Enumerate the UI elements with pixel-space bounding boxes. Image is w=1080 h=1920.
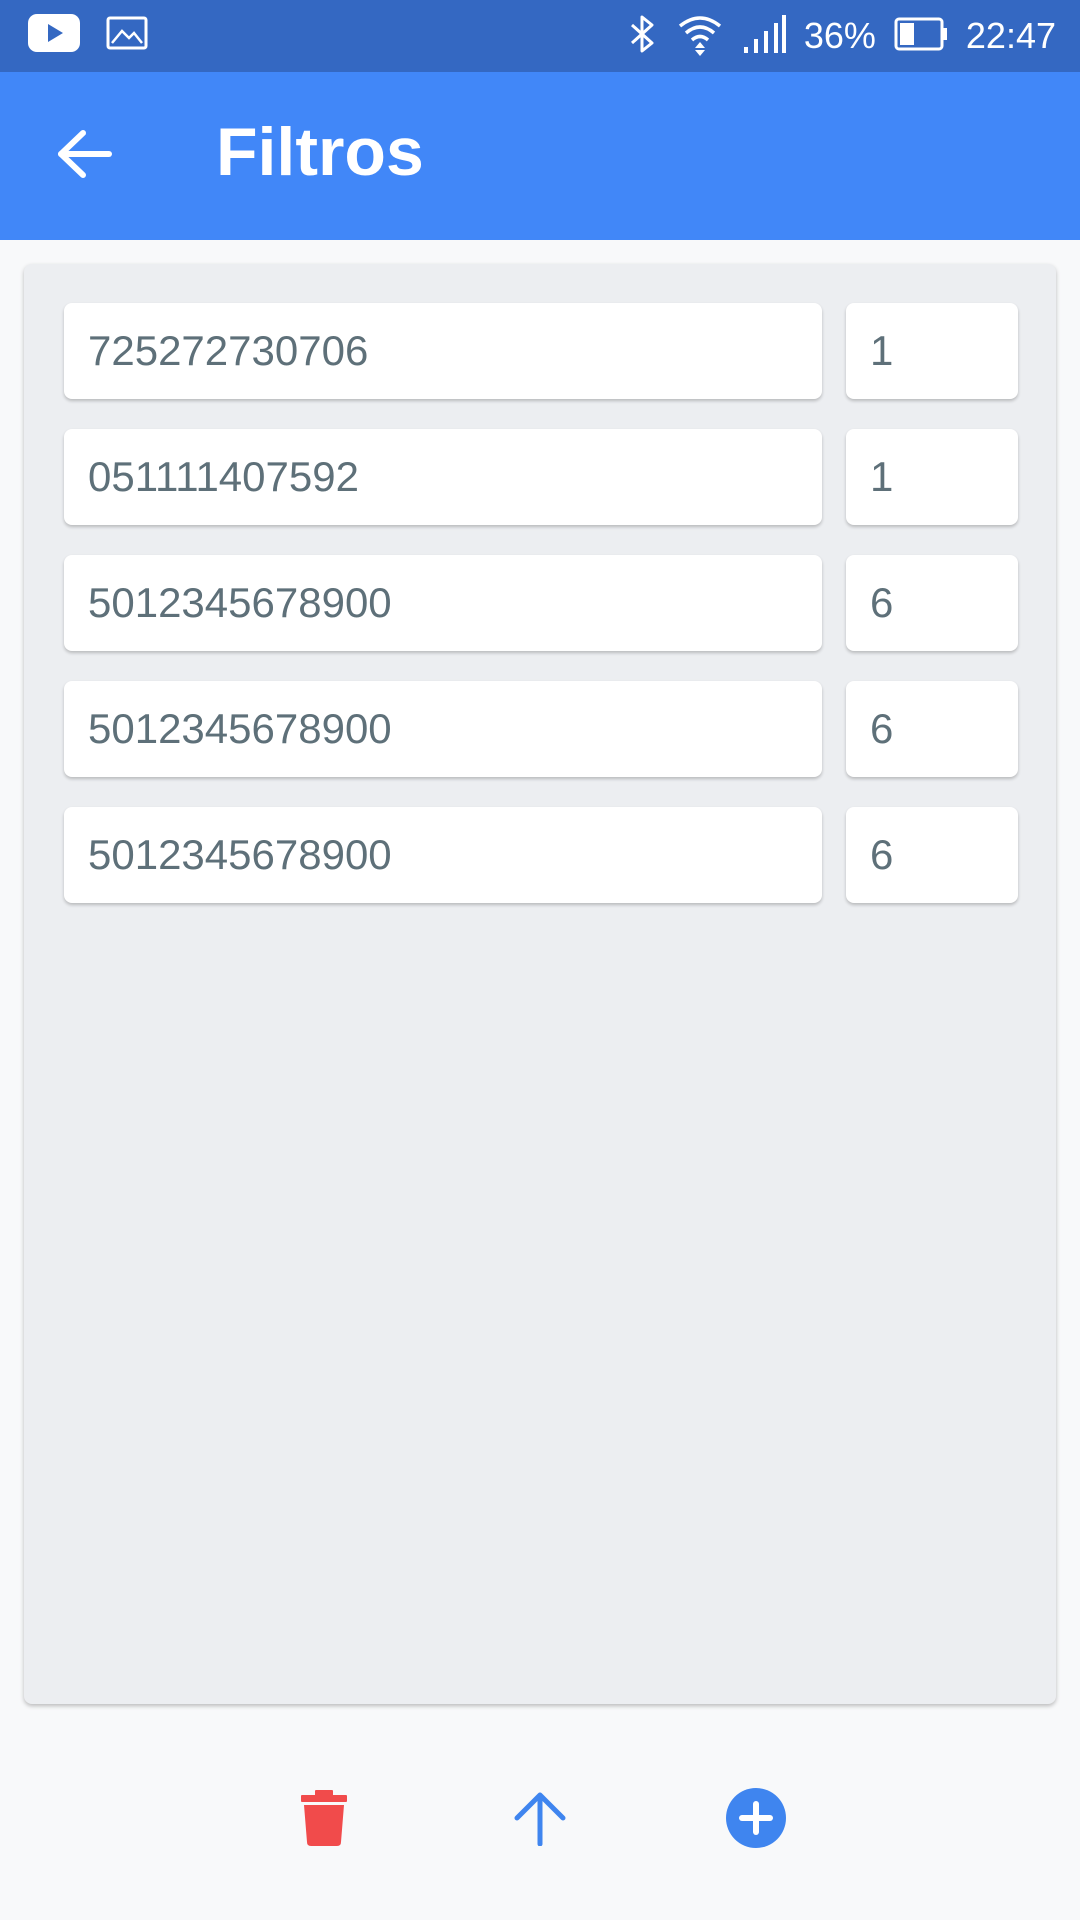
battery-icon bbox=[894, 17, 948, 56]
add-button[interactable] bbox=[716, 1780, 796, 1860]
filter-row: 051111407592 1 bbox=[64, 429, 1020, 525]
status-bar: 36% 22:47 bbox=[0, 0, 1080, 72]
app-bar: Filtros bbox=[0, 72, 1080, 240]
page-title: Filtros bbox=[216, 114, 424, 190]
arrow-up-icon bbox=[513, 1790, 567, 1851]
quantity-input[interactable]: 6 bbox=[846, 555, 1018, 651]
upload-button[interactable] bbox=[500, 1780, 580, 1860]
gallery-icon bbox=[106, 16, 148, 55]
code-input[interactable]: 5012345678900 bbox=[64, 807, 822, 903]
filter-row: 5012345678900 6 bbox=[64, 555, 1020, 651]
battery-percent: 36% bbox=[803, 15, 876, 56]
code-input[interactable]: 5012345678900 bbox=[64, 681, 822, 777]
quantity-input[interactable]: 6 bbox=[846, 807, 1018, 903]
filter-row: 5012345678900 6 bbox=[64, 807, 1020, 903]
filter-list-card: 725272730706 1 051111407592 1 5012345678… bbox=[24, 264, 1056, 1704]
code-input[interactable]: 725272730706 bbox=[64, 303, 822, 399]
add-circle-icon bbox=[726, 1787, 786, 1853]
filter-row: 5012345678900 6 bbox=[64, 681, 1020, 777]
quantity-input[interactable]: 1 bbox=[846, 303, 1018, 399]
quantity-input[interactable]: 6 bbox=[846, 681, 1018, 777]
code-input[interactable]: 5012345678900 bbox=[64, 555, 822, 651]
code-input[interactable]: 051111407592 bbox=[64, 429, 822, 525]
wifi-icon bbox=[676, 12, 724, 61]
delete-button[interactable] bbox=[284, 1780, 364, 1860]
quantity-input[interactable]: 1 bbox=[846, 429, 1018, 525]
signal-icon bbox=[742, 14, 786, 58]
arrow-left-icon bbox=[57, 129, 113, 184]
filter-row: 725272730706 1 bbox=[64, 303, 1020, 399]
bluetooth-icon bbox=[628, 13, 658, 60]
trash-icon bbox=[301, 1789, 347, 1851]
youtube-icon bbox=[28, 14, 80, 57]
clock: 22:47 bbox=[965, 15, 1056, 56]
back-button[interactable] bbox=[40, 116, 130, 196]
bottom-actions bbox=[0, 1760, 1080, 1860]
